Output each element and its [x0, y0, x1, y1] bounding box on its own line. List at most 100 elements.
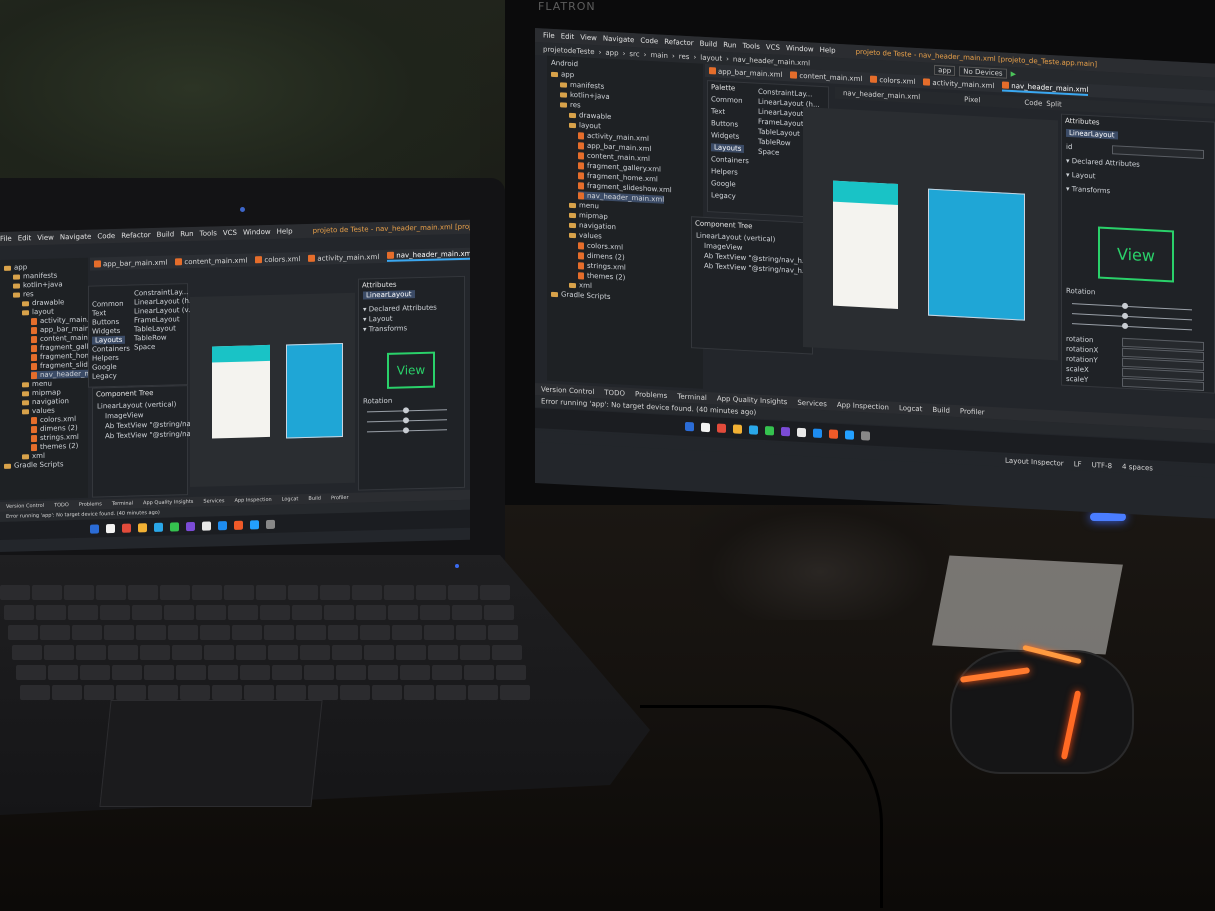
rotation-x-slider-knob[interactable] [403, 417, 409, 424]
editor-tab[interactable]: colors.xml [870, 75, 915, 85]
menu-view[interactable]: View [580, 33, 597, 42]
project-folder[interactable]: mipmap [22, 388, 61, 397]
tool-window-tab[interactable]: App Inspection [837, 401, 889, 412]
folder-icon[interactable] [733, 423, 742, 434]
editor-tab[interactable]: nav_header_main.xml [387, 249, 470, 262]
tool-window-tab[interactable]: Profiler [331, 495, 349, 501]
project-file[interactable]: colors.xml [31, 415, 76, 424]
menu-edit[interactable]: Edit [18, 234, 32, 242]
breadcrumb-item[interactable]: layout [700, 53, 722, 62]
palette-category-widgets[interactable]: Widgets [711, 131, 739, 140]
rotation-y-slider[interactable] [367, 427, 447, 434]
project-file[interactable]: strings.xml [578, 261, 626, 272]
menu-tools[interactable]: Tools [743, 42, 760, 51]
project-folder[interactable]: drawable [22, 298, 64, 307]
firefox-icon[interactable] [234, 520, 243, 530]
vscode-icon[interactable] [186, 521, 195, 531]
project-view-selector[interactable]: Android [551, 59, 578, 68]
device-dropdown[interactable]: Pixel [964, 95, 980, 104]
project-file[interactable]: colors.xml [578, 241, 623, 252]
project-file[interactable]: dimens (2) [578, 251, 625, 262]
menu-edit[interactable]: Edit [561, 32, 575, 41]
palette-item[interactable]: Space [134, 343, 155, 352]
design-preview[interactable] [833, 180, 898, 310]
tool-window-tab[interactable]: Terminal [677, 392, 707, 402]
project-folder[interactable]: drawable [569, 111, 611, 121]
project-folder[interactable]: res [13, 290, 34, 299]
project-folder[interactable]: manifests [560, 80, 604, 91]
tool-window-tab[interactable]: App Inspection [234, 497, 271, 504]
palette-category-layouts[interactable]: Layouts [711, 143, 745, 153]
rotation-y-slider-knob[interactable] [1122, 322, 1128, 330]
breadcrumb-item[interactable]: src [629, 49, 639, 58]
attribute-section-declared-attributes[interactable]: ▾ Declared Attributes [1066, 157, 1140, 169]
attribute-section-layout[interactable]: ▾ Layout [1066, 171, 1096, 181]
project-folder[interactable]: layout [22, 308, 54, 317]
rotation-slider-knob[interactable] [1122, 302, 1128, 310]
project-folder[interactable]: mipmap [569, 211, 608, 221]
design-preview[interactable] [212, 344, 270, 439]
design-file-dropdown[interactable]: nav_header_main.xml [843, 89, 920, 101]
project-folder[interactable]: layout [569, 121, 601, 130]
attribute-section-transforms[interactable]: ▾ Transforms [363, 324, 407, 333]
palette-item[interactable]: ConstraintLay... [134, 288, 188, 297]
project-folder[interactable]: menu [22, 380, 52, 389]
tool-window-tab[interactable]: Services [797, 399, 827, 409]
tool-window-tab[interactable]: TODO [54, 502, 69, 508]
menu-file[interactable]: File [0, 235, 12, 243]
rotation-slider-knob[interactable] [403, 407, 409, 414]
rotation-slider[interactable] [1072, 302, 1192, 311]
device-dropdown[interactable]: No Devices [959, 65, 1007, 79]
component-tree-item[interactable]: ImageView [105, 411, 144, 420]
palette-item[interactable]: LinearLayout (v... [134, 306, 195, 316]
palette-category-text[interactable]: Text [92, 309, 106, 317]
folder-icon[interactable] [138, 522, 147, 532]
menu-code[interactable]: Code [640, 37, 658, 46]
design-canvas[interactable] [803, 107, 1058, 361]
rotation-y-slider-knob[interactable] [403, 427, 409, 434]
menu-file[interactable]: File [543, 31, 555, 40]
palette-category-widgets[interactable]: Widgets [92, 327, 120, 336]
windows-start-icon[interactable] [685, 421, 694, 431]
palette-item[interactable]: TableLayout [758, 128, 800, 138]
rotation-x-slider[interactable] [367, 417, 447, 424]
palette-category-helpers[interactable]: Helpers [92, 354, 119, 363]
project-file[interactable]: dimens (2) [31, 424, 78, 433]
editor-tab[interactable]: colors.xml [255, 255, 300, 264]
project-folder[interactable]: app [551, 70, 574, 79]
menu-vcs[interactable]: VCS [223, 229, 237, 237]
project-folder[interactable]: manifests [13, 271, 57, 280]
store-icon[interactable] [813, 428, 822, 438]
tool-window-tab[interactable]: Problems [79, 501, 102, 508]
edge-icon[interactable] [749, 424, 758, 435]
editor-tab[interactable]: activity_main.xml [308, 253, 379, 263]
menu-refactor[interactable]: Refactor [121, 231, 150, 240]
search-icon[interactable] [106, 523, 115, 533]
project-folder[interactable]: values [22, 407, 55, 416]
menu-help[interactable]: Help [277, 227, 293, 235]
tool-window-tab[interactable]: TODO [604, 389, 625, 398]
tool-window-tab[interactable]: Version Control [541, 385, 594, 396]
project-folder[interactable]: kotlin+java [560, 90, 610, 101]
tool-window-tab[interactable]: App Quality Insights [143, 499, 193, 506]
tool-window-tab[interactable]: Services [203, 498, 224, 505]
menu-refactor[interactable]: Refactor [664, 38, 693, 48]
chrome-icon[interactable] [122, 523, 131, 533]
settings-icon[interactable] [266, 519, 275, 529]
palette-item[interactable]: FrameLayout [758, 118, 804, 128]
menu-run[interactable]: Run [723, 41, 736, 50]
palette-category-buttons[interactable]: Buttons [92, 318, 119, 327]
project-folder[interactable]: navigation [22, 397, 69, 406]
component-tree-item[interactable]: ImageView [704, 242, 743, 252]
palette-category-legacy[interactable]: Legacy [92, 372, 117, 381]
menu-tools[interactable]: Tools [200, 229, 217, 237]
palette-item[interactable]: Space [758, 148, 779, 157]
android-studio-icon[interactable] [765, 425, 774, 436]
firefox-icon[interactable] [829, 428, 838, 439]
palette-category-legacy[interactable]: Legacy [711, 191, 736, 200]
chrome-icon[interactable] [717, 423, 726, 433]
menu-vcs[interactable]: VCS [766, 43, 780, 52]
file-explorer-icon[interactable] [202, 520, 211, 531]
palette-category-common[interactable]: Common [92, 300, 124, 309]
rotation-x-slider-knob[interactable] [1122, 312, 1128, 320]
